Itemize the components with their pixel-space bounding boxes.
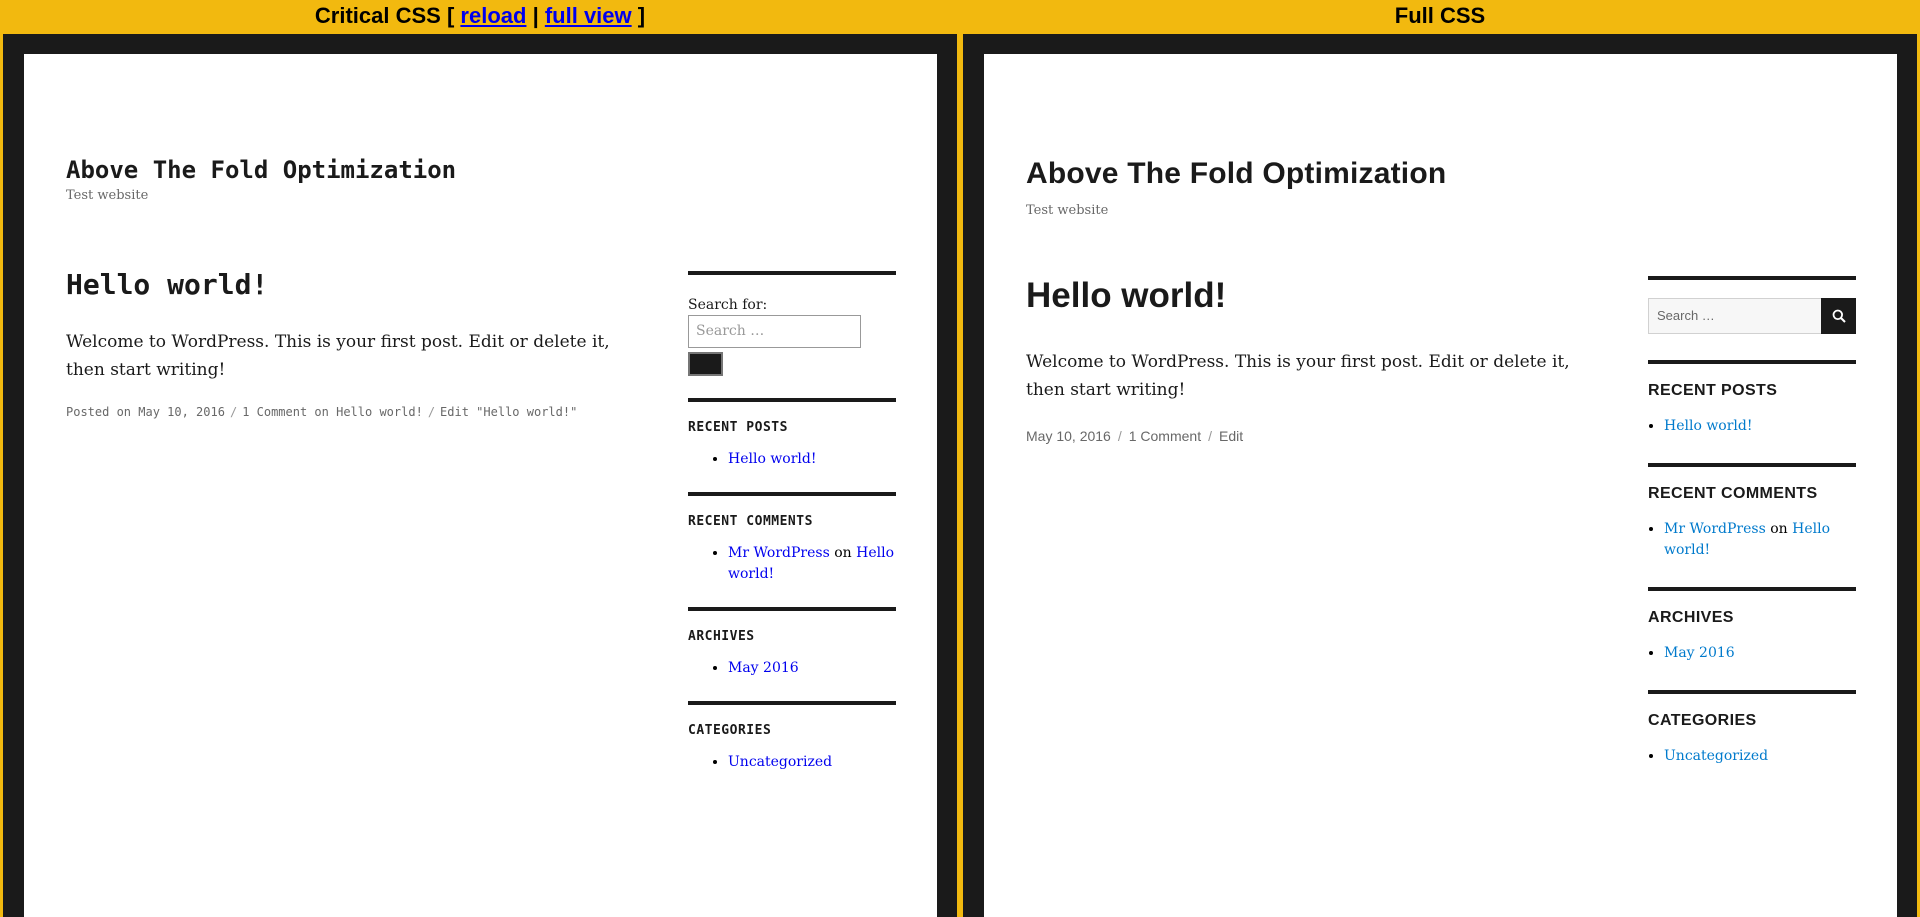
link-divider: | [532, 3, 539, 28]
list-item: May 2016 [728, 658, 896, 679]
archives-widget: ARCHIVES May 2016 [1648, 587, 1856, 664]
posted-on-link[interactable]: May 10, 2016 [1026, 428, 1111, 444]
list-item: Hello world! [728, 449, 896, 470]
list-item: Mr WordPress on Hello world! [728, 543, 896, 585]
list-item: Mr WordPress on Hello world! [1664, 519, 1856, 561]
post-meta: Posted on May 10, 2016 / 1 Comment on Hell… [66, 405, 577, 419]
search-widget: Search for: Search … [688, 271, 896, 376]
post-content: Welcome to WordPress. This is your first… [66, 332, 610, 380]
critical-css-frame[interactable]: Above The Fold Optimization Test website… [3, 34, 957, 917]
categories-widget: CATEGORIES Uncategorized [1648, 690, 1856, 767]
meta-separator: / [1208, 428, 1212, 444]
comment-on-text: on [1770, 521, 1788, 537]
comments-link[interactable]: 1 Comment [1129, 428, 1201, 444]
comments-link[interactable]: 1 Comment on Hello world! [242, 405, 423, 419]
meta-separator: / [427, 405, 436, 419]
comment-author-link[interactable]: Mr WordPress [728, 545, 830, 561]
full-css-frame[interactable]: Above The Fold Optimization Test website… [963, 34, 1917, 917]
category-link[interactable]: Uncategorized [728, 754, 832, 770]
archives-widget: ARCHIVES May 2016 [688, 607, 896, 679]
comment-on-text: on [834, 545, 852, 561]
site-description: Test website [1026, 203, 1109, 218]
recent-post-link[interactable]: Hello world! [1664, 418, 1753, 434]
recent-post-link[interactable]: Hello world! [728, 451, 817, 467]
critical-css-label: Critical CSS [ reload | full view ] [0, 3, 960, 29]
widget-title: CATEGORIES [688, 723, 772, 738]
recent-posts-widget: RECENT POSTS Hello world! [688, 398, 896, 470]
search-form: Search … [1648, 298, 1856, 334]
categories-widget: CATEGORIES Uncategorized [688, 701, 896, 773]
widget-title: ARCHIVES [688, 629, 755, 644]
post-title[interactable]: Hello world! [1026, 276, 1226, 316]
full-css-page: Above The Fold Optimization Test website… [984, 54, 1897, 917]
sidebar: Search … RECENT POSTS Hello world! RECEN… [1648, 276, 1856, 793]
widget-title: ARCHIVES [1648, 609, 1734, 626]
meta-separator: / [1117, 428, 1122, 444]
meta-separator: / [229, 405, 238, 419]
search-widget: Search … [1648, 276, 1856, 334]
site-title[interactable]: Above The Fold Optimization [1026, 157, 1446, 191]
critical-css-suffix: ] [637, 3, 646, 28]
widget-title: RECENT POSTS [688, 420, 788, 435]
post-content: Welcome to WordPress. This is your first… [1026, 352, 1570, 400]
search-icon [1832, 309, 1846, 323]
archive-link[interactable]: May 2016 [728, 660, 799, 676]
posted-on-link[interactable]: Posted on May 10, 2016 [66, 405, 225, 419]
search-input[interactable]: Search … [1648, 298, 1821, 334]
list-item: May 2016 [1664, 643, 1856, 664]
list-item: Uncategorized [1664, 746, 1856, 767]
archive-link[interactable]: May 2016 [1664, 645, 1735, 661]
recent-posts-widget: RECENT POSTS Hello world! [1648, 360, 1856, 437]
list-item: Uncategorized [728, 752, 896, 773]
critical-css-page: Above The Fold Optimization Test website… [24, 54, 937, 917]
category-link[interactable]: Uncategorized [1664, 748, 1768, 764]
post-title[interactable]: Hello world! [66, 268, 268, 301]
list-item: Hello world! [1664, 416, 1856, 437]
reload-link[interactable]: reload [460, 3, 526, 28]
widget-title: RECENT COMMENTS [1648, 485, 1818, 502]
full-css-label: Full CSS [1394, 3, 1486, 28]
search-button[interactable] [688, 352, 723, 376]
critical-css-prefix: Critical CSS [ [314, 3, 455, 28]
search-label: Search for: [688, 297, 768, 313]
widget-title: CATEGORIES [1648, 712, 1757, 729]
recent-comments-widget: RECENT COMMENTS Mr WordPress on Hello wo… [688, 492, 896, 585]
recent-comments-widget: RECENT COMMENTS Mr WordPress on Hello wo… [1648, 463, 1856, 561]
widget-title: RECENT COMMENTS [688, 514, 813, 529]
full-view-link[interactable]: full view [545, 3, 632, 28]
edit-link[interactable]: Edit "Hello world!" [440, 405, 577, 419]
search-button[interactable] [1821, 298, 1856, 334]
sidebar: Search for: Search … RECENT POSTS Hello … [688, 271, 896, 795]
comment-author-link[interactable]: Mr WordPress [1664, 521, 1766, 537]
comparison-toolbar: Critical CSS [ reload | full view ] Full… [0, 0, 1920, 34]
edit-link[interactable]: Edit [1219, 428, 1243, 444]
search-input[interactable]: Search … [688, 315, 861, 348]
post-meta: May 10, 2016 / 1 Comment / Edit [1026, 428, 1243, 444]
widget-title: RECENT POSTS [1648, 382, 1778, 399]
site-title[interactable]: Above The Fold Optimization [66, 156, 456, 184]
site-description: Test website [66, 188, 149, 203]
